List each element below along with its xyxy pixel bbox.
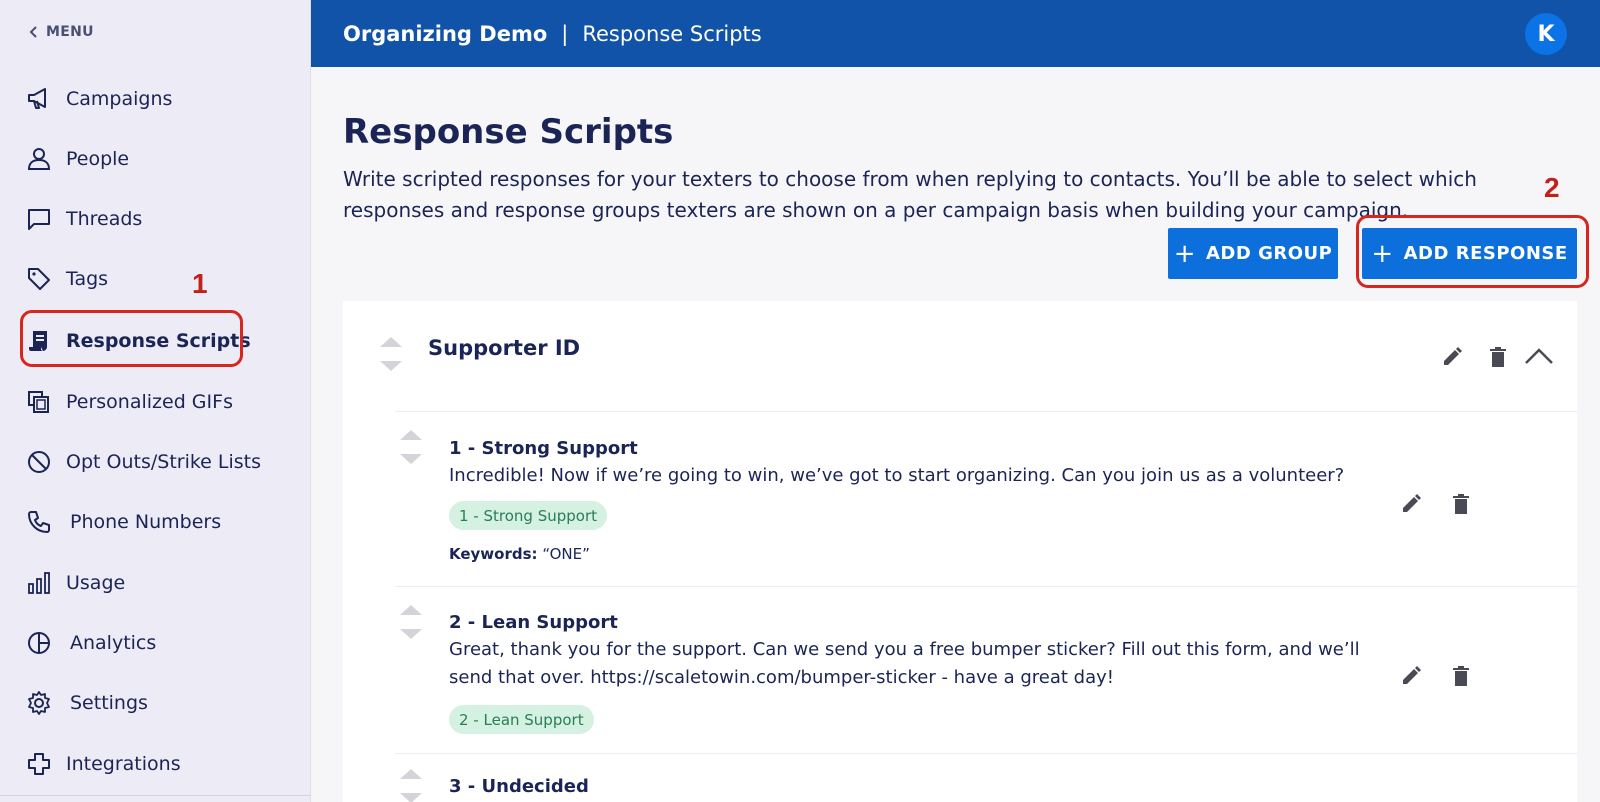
pie-chart-icon: [26, 630, 52, 656]
add-group-button[interactable]: + ADD GROUP: [1168, 228, 1338, 279]
tag-icon: [26, 266, 52, 292]
trash-icon: [1453, 666, 1469, 686]
pencil-icon: [1444, 347, 1462, 365]
sidebar-item-label: People: [66, 148, 130, 170]
phone-icon: [26, 509, 52, 535]
delete-response-button[interactable]: [1448, 491, 1474, 517]
keywords-value: “ONE”: [542, 545, 590, 563]
block-icon: [26, 449, 52, 475]
response-item: 3 - Undecided: [395, 753, 1577, 802]
sidebar-item-label: Personalized GIFs: [66, 391, 233, 413]
move-up-icon[interactable]: [380, 337, 402, 347]
move-down-icon[interactable]: [380, 361, 402, 371]
response-item: 1 - Strong Support Incredible! Now if we…: [395, 411, 1577, 586]
gear-icon: [26, 690, 52, 716]
sidebar-item-label: Phone Numbers: [70, 511, 222, 533]
edit-response-button[interactable]: [1398, 663, 1424, 689]
response-group-card: Supporter ID 1 - Strong Support Incredib…: [343, 301, 1577, 802]
chat-icon: [26, 206, 52, 232]
plus-icon: +: [1173, 238, 1196, 269]
group-sort-control: [379, 337, 403, 371]
sidebar-item-label: Analytics: [70, 632, 157, 654]
top-bar: Organizing Demo | Response Scripts K: [311, 0, 1600, 67]
delete-response-button[interactable]: [1448, 663, 1474, 689]
breadcrumb-separator: |: [561, 21, 569, 46]
edit-response-button[interactable]: [1398, 491, 1424, 517]
response-item: 2 - Lean Support Great, thank you for th…: [395, 586, 1577, 753]
sidebar-item-label: Campaigns: [66, 88, 173, 110]
edit-group-button[interactable]: [1439, 344, 1465, 370]
page-title: Response Scripts: [343, 112, 674, 152]
chevron-left-icon: [29, 26, 37, 38]
menu-back-link[interactable]: MENU: [28, 24, 94, 40]
page-description: Write scripted responses for your texter…: [343, 167, 1477, 222]
pencil-icon: [1403, 666, 1421, 684]
pencil-icon: [1403, 494, 1421, 512]
sidebar: MENU Campaigns People Threads Tags Respo…: [0, 0, 311, 802]
sidebar-item-label: Tags: [66, 268, 109, 290]
trash-icon: [1453, 494, 1469, 514]
sidebar-item-label: Integrations: [66, 753, 181, 775]
response-tag: 1 - Strong Support: [449, 501, 608, 530]
copy-icon: [26, 389, 52, 415]
move-down-icon[interactable]: [400, 454, 422, 464]
group-name: Supporter ID: [428, 336, 581, 360]
response-text: Great, thank you for the support. Can we…: [449, 639, 1360, 688]
sidebar-item-label: Usage: [66, 572, 126, 594]
sidebar-item-threads[interactable]: Threads: [26, 204, 142, 234]
sidebar-item-integrations[interactable]: Integrations: [26, 749, 181, 779]
move-down-icon[interactable]: [400, 629, 422, 639]
response-text: Incredible! Now if we’re going to win, w…: [449, 465, 1345, 486]
sidebar-divider: [0, 795, 311, 796]
bar-chart-icon: [26, 570, 52, 596]
response-tag: 2 - Lean Support: [449, 705, 594, 734]
org-name[interactable]: Organizing Demo: [343, 22, 547, 46]
sidebar-item-personalized-gifs[interactable]: Personalized GIFs: [26, 387, 233, 417]
menu-label: MENU: [46, 24, 94, 40]
sidebar-item-phone-numbers[interactable]: Phone Numbers: [26, 507, 221, 537]
response-title: 3 - Undecided: [449, 776, 589, 797]
sidebar-item-people[interactable]: People: [26, 144, 129, 174]
response-title: 2 - Lean Support: [449, 612, 618, 633]
keywords-label: Keywords:: [449, 545, 538, 563]
collapse-group-button[interactable]: [1523, 341, 1555, 373]
move-down-icon[interactable]: [400, 793, 422, 802]
megaphone-icon: [26, 86, 52, 112]
sidebar-item-label: Opt Outs/Strike Lists: [66, 451, 262, 473]
sidebar-item-tags[interactable]: Tags: [26, 264, 108, 294]
response-title: 1 - Strong Support: [449, 438, 638, 459]
response-sort-control: [399, 605, 423, 639]
person-icon: [26, 146, 52, 172]
move-up-icon[interactable]: [400, 605, 422, 615]
move-up-icon[interactable]: [400, 430, 422, 440]
response-keywords: Keywords: “ONE”: [449, 545, 590, 563]
breadcrumb-page: Response Scripts: [582, 21, 762, 46]
response-sort-control: [399, 769, 423, 802]
annotation-highlight-response-scripts: [20, 310, 243, 367]
sidebar-item-usage[interactable]: Usage: [26, 568, 125, 598]
delete-group-button[interactable]: [1485, 344, 1511, 370]
trash-icon: [1490, 347, 1506, 367]
sidebar-item-analytics[interactable]: Analytics: [26, 628, 156, 658]
sidebar-item-settings[interactable]: Settings: [26, 688, 148, 718]
add-group-label: ADD GROUP: [1205, 243, 1333, 264]
puzzle-icon: [26, 751, 52, 777]
sidebar-item-opt-outs[interactable]: Opt Outs/Strike Lists: [26, 447, 261, 477]
avatar[interactable]: K: [1525, 13, 1567, 55]
chevron-up-icon: [1525, 348, 1553, 364]
annotation-highlight-add-response: [1356, 215, 1589, 288]
sidebar-item-campaigns[interactable]: Campaigns: [26, 84, 172, 114]
move-up-icon[interactable]: [400, 769, 422, 779]
annotation-step-2: 2: [1544, 172, 1560, 203]
annotation-step-1: 1: [192, 268, 208, 299]
sidebar-item-label: Threads: [66, 208, 143, 230]
response-sort-control: [399, 430, 423, 464]
sidebar-item-label: Settings: [70, 692, 148, 714]
